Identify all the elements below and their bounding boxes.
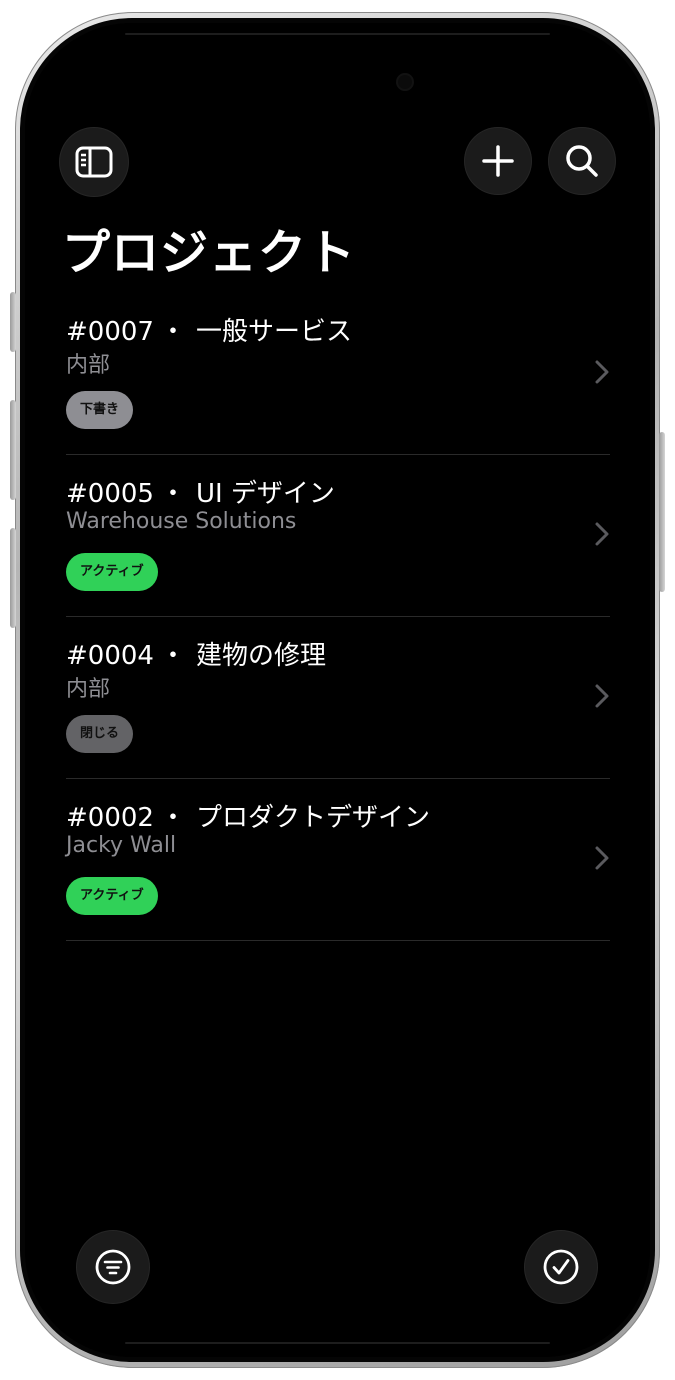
project-number: #0004	[66, 641, 154, 671]
add-project-button[interactable]	[465, 128, 531, 194]
select-button[interactable]	[525, 1231, 597, 1303]
chevron-right-icon	[595, 522, 609, 546]
project-item[interactable]: #0004 ・建物の修理 内部 閉じる	[66, 617, 610, 779]
status-badge: アクティブ	[66, 553, 158, 591]
project-title: #0005 ・ UI デザイン	[66, 473, 335, 510]
sidebar-toggle-button[interactable]	[60, 128, 128, 196]
chevron-right-icon	[595, 684, 609, 708]
action-button	[10, 292, 16, 352]
plus-icon	[482, 145, 514, 177]
screen: プロジェクト #0007 ・一般サービス 内部 下書き #0005 ・ UI デザイン…	[25, 23, 650, 1357]
power-button	[659, 432, 665, 592]
project-client: 内部	[66, 353, 111, 378]
project-title: #0002 ・プロダクトデザイン	[66, 797, 430, 834]
volume-down-button	[10, 528, 16, 628]
chevron-right-icon	[595, 846, 609, 870]
separator: ・	[159, 641, 186, 671]
sidebar-toggle-icon	[75, 146, 113, 178]
project-title: #0004 ・建物の修理	[66, 635, 326, 672]
status-badge: 閉じる	[66, 715, 134, 753]
page-title: プロジェクト	[62, 225, 357, 281]
separator: ・	[159, 317, 186, 347]
status-badge: アクティブ	[66, 877, 158, 915]
search-icon	[565, 144, 599, 178]
status-badge: 下書き	[66, 391, 134, 429]
project-item[interactable]: #0007 ・一般サービス 内部 下書き	[66, 293, 610, 455]
separator: ・	[159, 479, 186, 509]
filter-button[interactable]	[77, 1231, 149, 1303]
project-item[interactable]: #0005 ・ UI デザイン Warehouse Solutions アクティブ	[66, 455, 610, 617]
project-client: 内部	[66, 677, 111, 702]
checkmark-circle-icon	[542, 1248, 580, 1286]
project-item[interactable]: #0002 ・プロダクトデザイン Jacky Wall アクティブ	[66, 779, 610, 941]
top-edge	[125, 33, 550, 35]
project-client: Warehouse Solutions	[66, 509, 297, 534]
filter-icon	[94, 1248, 132, 1286]
project-number: #0007	[66, 317, 154, 347]
project-name: プロダクトデザイン	[195, 803, 430, 833]
project-name: UI デザイン	[195, 479, 335, 509]
search-button[interactable]	[549, 128, 615, 194]
bottom-edge	[125, 1342, 550, 1344]
camera-icon	[398, 75, 412, 89]
project-number: #0002	[66, 803, 154, 833]
project-client: Jacky Wall	[66, 833, 177, 858]
project-number: #0005	[66, 479, 154, 509]
project-name: 一般サービス	[195, 317, 352, 347]
project-title: #0007 ・一般サービス	[66, 311, 352, 348]
chevron-right-icon	[595, 360, 609, 384]
separator: ・	[159, 803, 186, 833]
project-name: 建物の修理	[195, 641, 326, 671]
volume-up-button	[10, 400, 16, 500]
project-list: #0007 ・一般サービス 内部 下書き #0005 ・ UI デザイン Wareho…	[66, 293, 610, 941]
